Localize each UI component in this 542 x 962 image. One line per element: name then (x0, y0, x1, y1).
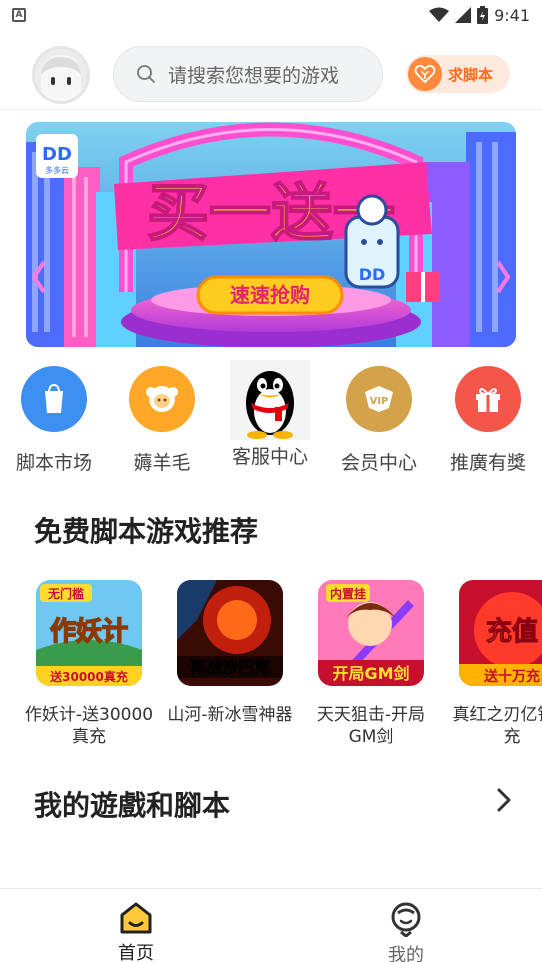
game-card[interactable]: 再战沙巴克 山河-新冰雪神器 (160, 580, 300, 726)
svg-text:DD: DD (359, 265, 386, 284)
search-bar[interactable]: 请搜索您想要的游戏 (113, 46, 383, 102)
nav-me-label: 我的 (388, 945, 424, 962)
quick-customer-service[interactable]: 客服中心 (215, 358, 325, 469)
app-screen: A 9:41 请搜索您想要的游戏 求脚本 买一送一 速速抢购 DD DD 多多云… (0, 0, 542, 962)
top-header: 请搜索您想要的游戏 求脚本 (0, 44, 542, 108)
gift-icon (455, 366, 521, 432)
heart-sprout-icon (408, 57, 442, 91)
vip-icon: VIP (346, 366, 412, 432)
quick-membership[interactable]: VIP 会员中心 (324, 358, 434, 475)
quick-script-market[interactable]: 脚本市场 (0, 358, 109, 475)
quick-label-membership: 会员中心 (340, 452, 417, 474)
free-games-section-title: 免费脚本游戏推荐 (34, 515, 259, 548)
quick-actions: 脚本市场 薅羊毛 客服中心 VIP 会员中心 推廣有獎 (0, 358, 542, 478)
search-placeholder: 请搜索您想要的游戏 (168, 64, 340, 87)
game-title: 作妖计-送30000真充 (24, 705, 154, 747)
bottom-navigation: 首页 我的 (0, 888, 542, 962)
cell-signal-icon (455, 7, 472, 23)
svg-text:开局GM剑: 开局GM剑 (332, 664, 409, 683)
quick-freebies[interactable]: 薅羊毛 (107, 358, 217, 475)
request-script-label: 求脚本 (448, 65, 494, 84)
svg-text:作妖计: 作妖计 (50, 617, 128, 647)
game-title: 天天狙击-开局GM剑 (316, 705, 426, 747)
game-card[interactable]: 内置挂 开局GM剑 天天狙击-开局GM剑 (301, 580, 441, 748)
quick-label-freebies: 薅羊毛 (133, 452, 191, 474)
game-title: 山河-新冰雪神器 (167, 705, 293, 725)
notification-a-icon: A (12, 8, 26, 22)
quick-label-script-market: 脚本市场 (15, 452, 92, 474)
game-card[interactable]: 无门槛 作妖计 送30000真充 作妖计-送30000真充 (19, 580, 159, 748)
quick-label-customer-service: 客服中心 (231, 446, 308, 468)
chevron-right-icon[interactable] (492, 785, 516, 815)
svg-text:无门槛: 无门槛 (47, 586, 84, 601)
banner-logo: DD (42, 144, 72, 165)
promo-banner[interactable]: 买一送一 速速抢购 DD DD 多多云 (26, 122, 516, 347)
battery-icon (477, 6, 489, 24)
quick-referral-rewards[interactable]: 推廣有獎 (433, 358, 542, 475)
nav-me[interactable]: 我的 (366, 901, 446, 962)
svg-text:送十万充: 送十万充 (483, 668, 540, 685)
wifi-icon (429, 7, 450, 22)
game-thumbnail: 充值 送十万充 (459, 580, 542, 686)
quick-label-referral-rewards: 推廣有獎 (449, 452, 526, 474)
svg-text:充值: 充值 (486, 616, 538, 647)
game-card[interactable]: 充值 送十万充 真红之刃亿钻万充 (442, 580, 542, 748)
search-icon (137, 65, 155, 83)
free-games-list: 无门槛 作妖计 送30000真充 作妖计-送30000真充 再战沙巴克 山河-新… (0, 580, 542, 750)
header-divider (0, 109, 542, 110)
game-title: 真红之刃亿钻万充 (452, 705, 542, 747)
banner-logo-sub: 多多云 (45, 165, 69, 175)
qq-penguin-icon (230, 360, 310, 440)
nav-home[interactable]: 首页 (96, 901, 176, 962)
game-thumbnail: 内置挂 开局GM剑 (318, 580, 424, 686)
clock: 9:41 (494, 5, 530, 25)
status-bar: A 9:41 (0, 0, 542, 30)
svg-text:VIP: VIP (370, 396, 389, 407)
request-script-button[interactable]: 求脚本 (406, 55, 510, 93)
user-face-icon (391, 902, 421, 937)
svg-text:再战沙巴克: 再战沙巴克 (190, 658, 270, 677)
game-thumbnail: 再战沙巴克 (177, 580, 283, 686)
game-thumbnail: 无门槛 作妖计 送30000真充 (36, 580, 142, 686)
banner-cta: 速速抢购 (230, 283, 310, 307)
avatar[interactable] (32, 46, 90, 104)
sheep-icon (129, 366, 195, 432)
svg-text:送30000真充: 送30000真充 (49, 669, 128, 684)
home-icon (120, 902, 152, 934)
nav-home-label: 首页 (118, 943, 154, 962)
my-games-section-title: 我的遊戲和腳本 (34, 789, 231, 822)
svg-text:内置挂: 内置挂 (330, 586, 366, 601)
shopping-bag-icon (21, 366, 87, 432)
